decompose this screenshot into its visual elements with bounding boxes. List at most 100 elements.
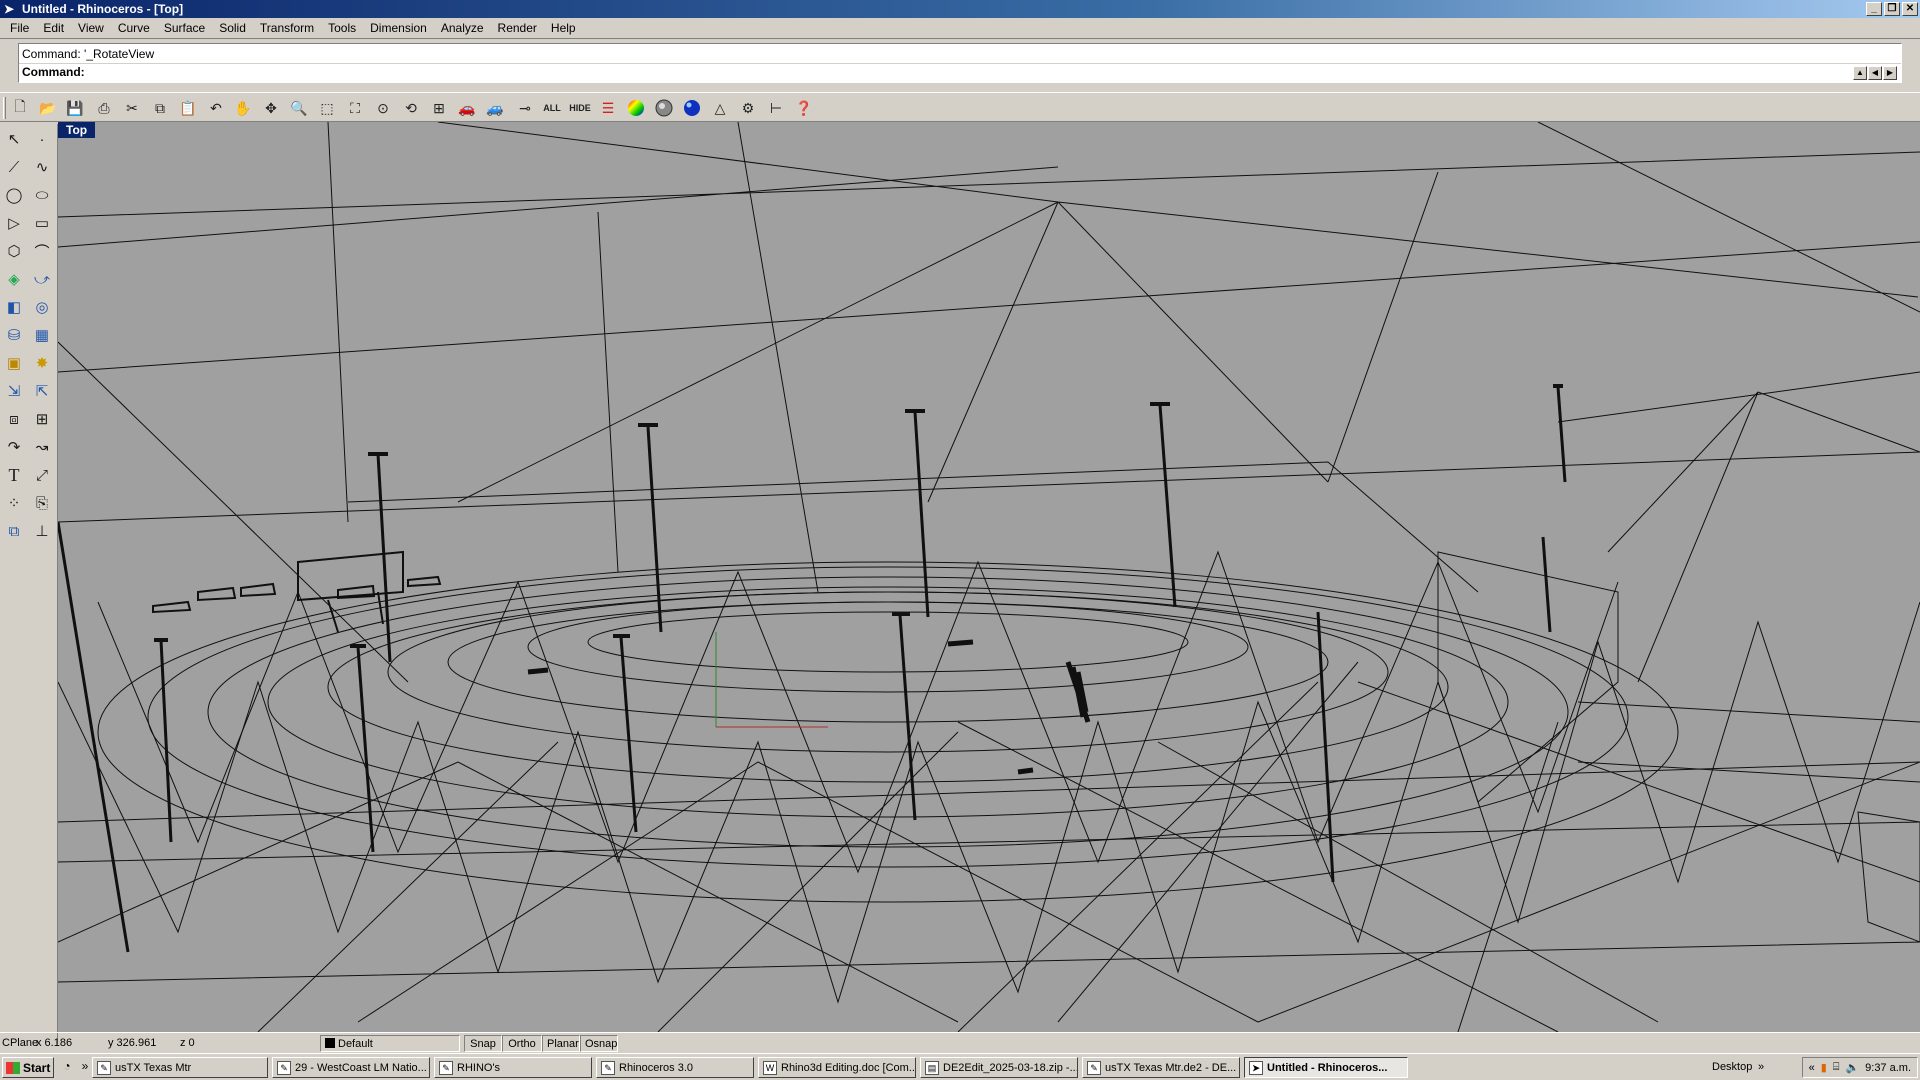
options-icon[interactable]: ⚙	[736, 97, 760, 119]
select-icon[interactable]: ↖	[1, 126, 27, 152]
loft-icon[interactable]: ▦	[29, 322, 55, 348]
top-viewport[interactable]: Top	[58, 122, 1920, 1032]
osnap-toggle[interactable]: Osnap	[580, 1035, 618, 1052]
explode-icon[interactable]: ✸	[29, 350, 55, 376]
color-wheel-icon[interactable]	[624, 97, 648, 119]
orient-icon[interactable]: ⎘	[29, 490, 55, 516]
menu-render[interactable]: Render	[491, 21, 544, 35]
command-box[interactable]: Command: '_RotateView Command: ▲ ◀ ▶	[18, 43, 1902, 83]
car-wire-icon[interactable]: 🚙	[483, 97, 507, 119]
sweep-icon[interactable]: ⤻	[29, 266, 55, 292]
polygon-icon[interactable]: ▷	[1, 210, 27, 236]
scale-icon[interactable]: ⤢	[29, 462, 55, 488]
restore-button[interactable]: ❐	[1884, 2, 1900, 16]
menu-solid[interactable]: Solid	[212, 21, 253, 35]
quicklaunch-icon[interactable]: ◔	[58, 1059, 76, 1076]
car-object-icon[interactable]: 🚗	[455, 97, 479, 119]
shade-icon[interactable]	[652, 97, 676, 119]
desktop-toolbar-label[interactable]: Desktop	[1712, 1061, 1752, 1073]
fillet-icon[interactable]: ↷	[1, 434, 27, 460]
zoom-extents-icon[interactable]: ⛶	[343, 97, 367, 119]
light-icon[interactable]: △	[708, 97, 732, 119]
trim-icon[interactable]: ⇱	[29, 378, 55, 404]
task-button[interactable]: ▤ DE2Edit_2025-03-18.zip -...	[920, 1057, 1078, 1078]
chamfer-icon[interactable]: ↝	[29, 434, 55, 460]
group-icon[interactable]: ⧈	[1, 406, 27, 432]
polyline-icon[interactable]: ⟋	[1, 154, 27, 180]
volume-icon[interactable]: 🔈	[1845, 1061, 1859, 1074]
curve-icon[interactable]: ∿	[29, 154, 55, 180]
planar-toggle[interactable]: Planar	[542, 1035, 580, 1052]
start-button[interactable]: Start	[2, 1057, 54, 1078]
pan-hand-icon[interactable]: ✋	[231, 97, 255, 119]
zoom-dynamic-icon[interactable]: 🔍	[287, 97, 311, 119]
scroll-up-icon[interactable]: ▲	[1853, 66, 1867, 80]
layers-icon[interactable]: ☰	[596, 97, 620, 119]
menu-analyze[interactable]: Analyze	[434, 21, 491, 35]
hide-icon[interactable]: HIDE	[568, 97, 592, 119]
menu-edit[interactable]: Edit	[36, 21, 71, 35]
zoom-selected-icon[interactable]: ⊙	[371, 97, 395, 119]
menu-help[interactable]: Help	[544, 21, 583, 35]
gear-polygon-icon[interactable]: ⬡	[1, 238, 27, 264]
ellipse-icon[interactable]: ⬭	[29, 182, 55, 208]
box-icon[interactable]: ◧	[1, 294, 27, 320]
point-icon[interactable]: ·	[29, 126, 55, 152]
paste-icon[interactable]: 📋	[176, 97, 200, 119]
new-file-icon[interactable]: 🗋	[8, 97, 32, 119]
show-icon[interactable]: ⊸	[513, 97, 537, 119]
tray-app-icon[interactable]: ▮	[1821, 1061, 1827, 1074]
task-button[interactable]: W Rhino3d Editing.doc [Com...	[758, 1057, 916, 1078]
dimension-icon[interactable]: ⊢	[764, 97, 788, 119]
array-icon[interactable]: ⊞	[29, 406, 55, 432]
rectangle-icon[interactable]: ▭	[29, 210, 55, 236]
toolbar-grip[interactable]	[3, 97, 6, 119]
cut-icon[interactable]: ✂	[120, 97, 144, 119]
menu-transform[interactable]: Transform	[253, 21, 321, 35]
layer-indicator[interactable]: Default	[320, 1035, 460, 1052]
snap-toggle[interactable]: Snap	[464, 1035, 502, 1052]
named-view-icon[interactable]: ⧉	[1, 518, 27, 544]
undo-view-icon[interactable]: ⟲	[399, 97, 423, 119]
render-icon[interactable]	[680, 97, 704, 119]
menu-file[interactable]: File	[3, 21, 36, 35]
boolean-icon[interactable]: ◎	[29, 294, 55, 320]
tray-expand-arrow[interactable]: «	[1809, 1062, 1815, 1074]
undo-icon[interactable]: ↶	[204, 97, 228, 119]
print-icon[interactable]: ⎙	[92, 97, 116, 119]
menu-dimension[interactable]: Dimension	[363, 21, 434, 35]
desktop-overflow[interactable]: »	[1758, 1061, 1764, 1073]
save-icon[interactable]: 💾	[63, 97, 87, 119]
task-button-active[interactable]: ➤ Untitled - Rhinoceros...	[1244, 1057, 1408, 1078]
menu-surface[interactable]: Surface	[157, 21, 212, 35]
bump-icon[interactable]: ▣	[1, 350, 27, 376]
viewport-label[interactable]: Top	[58, 122, 96, 138]
rotate-view-icon[interactable]: ✥	[259, 97, 283, 119]
task-button[interactable]: ✎ Rhinoceros 3.0	[596, 1057, 754, 1078]
network-icon[interactable]: ⌸	[1833, 1061, 1840, 1074]
command-prompt-input[interactable]: Command:	[22, 65, 85, 79]
open-file-icon[interactable]: 📂	[36, 97, 60, 119]
show-all-icon[interactable]: ALL	[540, 97, 564, 119]
clock[interactable]: 9:37 a.m.	[1865, 1062, 1911, 1074]
close-button[interactable]: ✕	[1902, 2, 1918, 16]
cylinder-icon[interactable]: ⛁	[1, 322, 27, 348]
help-icon[interactable]: ❓	[792, 97, 816, 119]
menu-tools[interactable]: Tools	[321, 21, 363, 35]
scroll-left-icon[interactable]: ◀	[1868, 66, 1882, 80]
task-button[interactable]: ✎ usTX Texas Mtr	[92, 1057, 268, 1078]
circle-icon[interactable]: ◯	[1, 182, 27, 208]
arc-icon[interactable]: ⌒	[29, 238, 55, 264]
scroll-right-icon[interactable]: ▶	[1883, 66, 1897, 80]
surface-icon[interactable]: ◈	[1, 266, 27, 292]
menu-view[interactable]: View	[71, 21, 111, 35]
menu-curve[interactable]: Curve	[111, 21, 157, 35]
ortho-toggle[interactable]: Ortho	[502, 1035, 542, 1052]
text-icon[interactable]: T	[1, 462, 27, 488]
grid-snap-icon[interactable]: ⁘	[1, 490, 27, 516]
task-button[interactable]: ✎ 29 - WestCoast LM Natio...	[272, 1057, 430, 1078]
zoom-window-icon[interactable]: ⬚	[315, 97, 339, 119]
task-button[interactable]: ✎ usTX Texas Mtr.de2 - DE...	[1082, 1057, 1240, 1078]
task-button[interactable]: ✎ RHINO's	[434, 1057, 592, 1078]
minimize-button[interactable]: _	[1866, 2, 1882, 16]
